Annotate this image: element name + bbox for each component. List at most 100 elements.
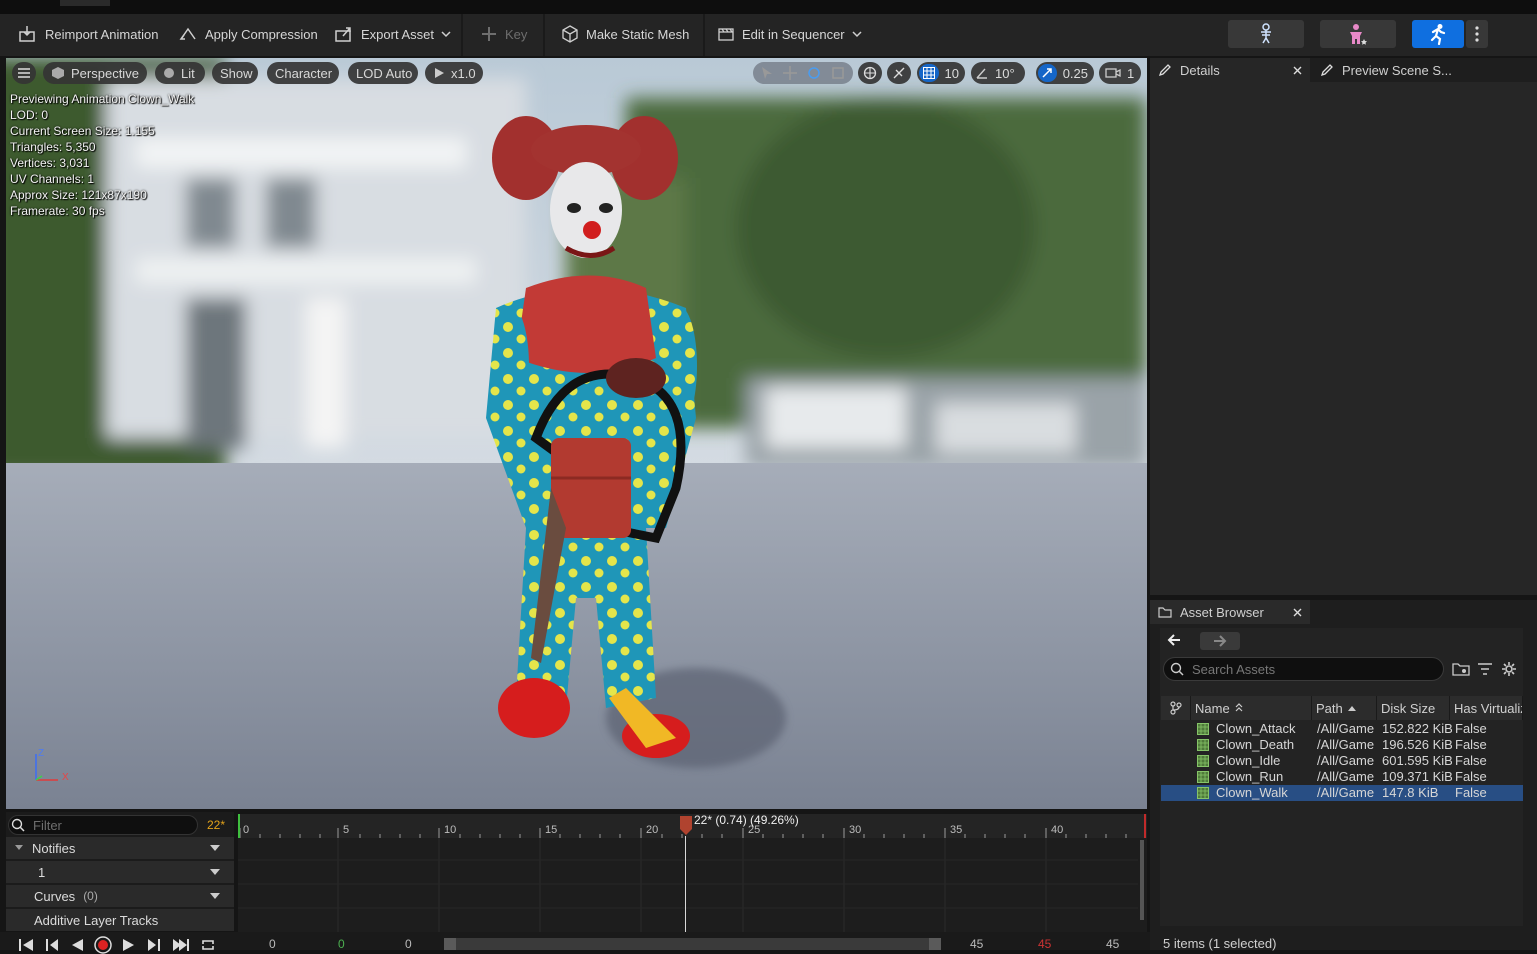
more-options-button[interactable] — [1466, 20, 1488, 48]
grid-snap-button[interactable]: 10 — [917, 62, 965, 84]
track-filter-field[interactable]: Filter — [8, 815, 198, 835]
dropdown-icon[interactable] — [210, 893, 220, 899]
reimport-animation-button[interactable]: Reimport Animation — [18, 14, 158, 54]
mesh-mode-button[interactable] — [1320, 20, 1396, 48]
viewport-menu-button[interactable] — [12, 62, 36, 84]
translate-icon[interactable] — [783, 66, 797, 80]
perspective-label: Perspective — [71, 65, 139, 81]
additive-layer-tracks[interactable]: Additive Layer Tracks — [6, 909, 234, 931]
angle-value: 10° — [995, 65, 1015, 81]
column-name-label: Name — [1195, 700, 1230, 716]
lod-button[interactable]: LOD Auto — [348, 62, 418, 84]
camera-speed-button[interactable]: 1 — [1099, 62, 1141, 84]
timeline-ruler[interactable]: 0 5 10 15 20 25 30 35 40 — [238, 814, 1147, 838]
settings-button[interactable] — [1501, 661, 1517, 677]
asset-name: Clown_Walk — [1216, 785, 1288, 800]
asset-row-selected[interactable]: Clown_Walk /All/Game 147.8 KiB False — [1161, 785, 1523, 801]
record-icon[interactable] — [94, 936, 112, 954]
view-start-value[interactable]: 0 — [405, 937, 412, 951]
edit-in-sequencer-button[interactable]: Edit in Sequencer — [717, 14, 862, 54]
lit-button[interactable]: Lit — [155, 62, 205, 84]
character-button[interactable]: Character — [267, 62, 339, 84]
view-range-slider[interactable] — [444, 938, 941, 950]
curves-label: Curves — [34, 888, 76, 904]
asset-row[interactable]: Clown_Idle /All/Game 601.595 KiB False — [1161, 753, 1523, 769]
curves-track[interactable]: Curves (0) — [6, 885, 234, 907]
export-asset-button[interactable]: Export Asset — [334, 14, 451, 54]
asset-tab[interactable] — [60, 0, 110, 6]
column-path[interactable]: Path — [1312, 696, 1377, 720]
anim-asset-icon — [1197, 755, 1209, 767]
select-icon[interactable] — [761, 66, 773, 80]
angle-snap-button[interactable]: 10° — [971, 62, 1025, 84]
range-end-value[interactable]: 45 — [1106, 937, 1119, 951]
dropdown-icon[interactable] — [210, 869, 220, 875]
playback-speed-button[interactable]: x1.0 — [425, 62, 483, 84]
filter-button[interactable] — [1477, 661, 1493, 677]
tab-asset-browser[interactable]: Asset Browser — [1150, 600, 1310, 624]
animation-viewport[interactable]: Perspective Lit Show Character LOD Auto … — [6, 58, 1147, 809]
notify-track-1[interactable]: 1 — [6, 861, 234, 883]
playback-start-value[interactable]: 0 — [338, 937, 345, 951]
column-has-virtualized[interactable]: Has Virtualiz — [1450, 696, 1523, 720]
skeleton-mode-button[interactable] — [1228, 20, 1304, 48]
skeleton-icon — [1257, 23, 1275, 45]
tab-preview-label: Preview Scene S... — [1342, 62, 1452, 78]
stat-screen-size: Current Screen Size: 1.155 — [10, 124, 155, 138]
animation-mode-button[interactable] — [1412, 20, 1464, 48]
sort-icon — [1235, 703, 1243, 713]
view-end-value[interactable]: 45 — [970, 937, 983, 951]
sequencer-icon — [717, 25, 735, 43]
perspective-button[interactable]: Perspective — [43, 62, 147, 84]
forward-button[interactable] — [1200, 632, 1240, 650]
range-start-value[interactable]: 0 — [269, 937, 276, 951]
back-button[interactable] — [1166, 632, 1188, 650]
world-local-toggle[interactable] — [858, 62, 882, 84]
key-button[interactable]: Key — [480, 14, 527, 54]
range-handle-start[interactable] — [444, 938, 456, 950]
column-name[interactable]: Name — [1191, 696, 1312, 720]
asset-disk-size: 601.595 KiB — [1382, 753, 1452, 768]
search-placeholder: Search Assets — [1192, 661, 1276, 677]
folder-view-button[interactable] — [1452, 661, 1470, 677]
column-virt-label: Has Virtualiz — [1454, 700, 1523, 716]
asset-path: /All/Game — [1317, 737, 1375, 752]
close-icon[interactable] — [1293, 608, 1302, 617]
asset-row[interactable]: Clown_Death /All/Game 196.526 KiB False — [1161, 737, 1523, 753]
column-disk-size[interactable]: Disk Size — [1377, 696, 1450, 720]
range-handle-end[interactable] — [929, 938, 941, 950]
tab-preview-scene-settings[interactable]: Preview Scene S... — [1312, 58, 1492, 82]
scale-snap-button[interactable]: 0.25 — [1036, 62, 1094, 84]
stat-lod: LOD: 0 — [10, 108, 49, 122]
anim-asset-icon — [1197, 723, 1209, 735]
column-source-control[interactable] — [1161, 696, 1191, 720]
asset-disk-size: 109.371 KiB — [1382, 769, 1452, 784]
surface-snap-toggle[interactable] — [887, 62, 911, 84]
filter-placeholder: Filter — [33, 817, 62, 833]
rotate-icon[interactable] — [807, 66, 821, 80]
arrow-left-icon — [1166, 632, 1188, 648]
details-panel: Details Preview Scene S... — [1150, 58, 1537, 595]
apply-compression-button[interactable]: Apply Compression — [178, 14, 318, 54]
asset-disk-size: 147.8 KiB — [1382, 785, 1439, 800]
stat-vertices: Vertices: 3,031 — [10, 156, 90, 170]
search-assets-field[interactable]: Search Assets — [1163, 657, 1444, 681]
stat-uv-channels: UV Channels: 1 — [10, 172, 95, 186]
playhead-line — [685, 836, 686, 932]
asset-path: /All/Game — [1317, 785, 1375, 800]
playback-end-value[interactable]: 45 — [1038, 937, 1051, 951]
anim-asset-icon — [1197, 771, 1209, 783]
asset-row[interactable]: Clown_Run /All/Game 109.371 KiB False — [1161, 769, 1523, 785]
additive-label: Additive Layer Tracks — [34, 912, 159, 928]
close-icon[interactable] — [1293, 66, 1302, 75]
playhead-handle[interactable] — [680, 816, 692, 836]
asset-row[interactable]: Clown_Attack /All/Game 152.822 KiB False — [1161, 721, 1523, 737]
tick-label: 30 — [849, 824, 862, 836]
show-button[interactable]: Show — [212, 62, 258, 84]
notifies-track[interactable]: Notifies — [6, 837, 234, 859]
transform-tools — [753, 62, 853, 84]
dropdown-icon[interactable] — [210, 845, 220, 851]
scale-icon[interactable] — [831, 66, 845, 80]
make-static-mesh-button[interactable]: Make Static Mesh — [561, 14, 689, 54]
tab-details[interactable]: Details — [1150, 58, 1310, 82]
